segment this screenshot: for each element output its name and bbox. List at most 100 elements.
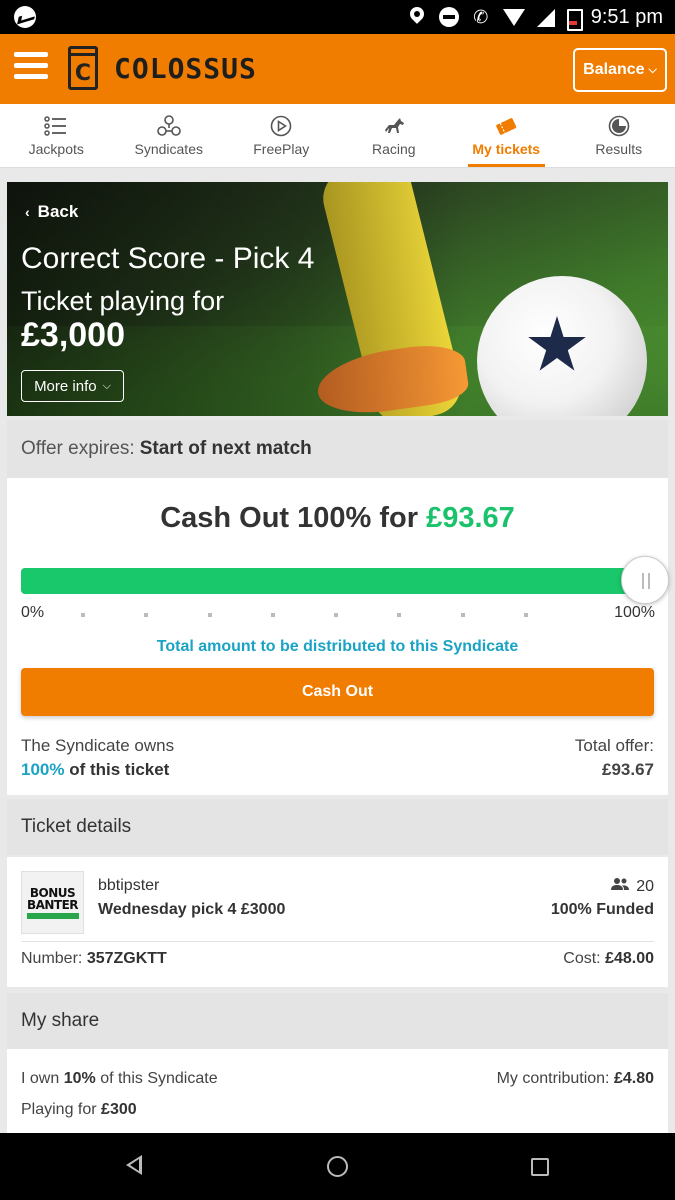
menu-icon[interactable] (14, 52, 48, 80)
cash-out-slider-fill (21, 568, 655, 594)
syndicate-ownership: The Syndicate owns 100% of this ticket (21, 734, 174, 782)
tab-label: Results (595, 140, 643, 157)
balance-label: Balance (583, 61, 645, 78)
scale-tick (144, 613, 148, 617)
funded-status: 100% Funded (550, 901, 654, 918)
owns-percent: 100% (21, 760, 65, 779)
ticket-prize-amount: £3,000 (21, 316, 125, 354)
syndicate-logo: BONUS BANTER (21, 871, 84, 934)
tab-results[interactable]: Results (563, 104, 675, 167)
recents-nav-icon[interactable] (531, 1158, 549, 1176)
ticket-cost: Cost: £48.00 (563, 950, 654, 967)
back-button[interactable]: ‹ Back (25, 202, 78, 222)
wifi-call-icon: ✆ (473, 7, 489, 27)
total-offer-label: Total offer: (574, 736, 654, 755)
scale-tick (208, 613, 212, 617)
brand-name[interactable]: COLOSSUS (114, 52, 257, 85)
tab-my-tickets[interactable]: My tickets (450, 104, 563, 167)
owns-value: 100% of this ticket (21, 758, 174, 782)
my-contribution: My contribution: £4.80 (496, 1070, 654, 1087)
member-count: 20 (610, 877, 654, 896)
signal-icon (535, 7, 555, 27)
balance-button[interactable]: Balance ⌵ (573, 48, 667, 92)
chevron-down-icon: ⌵ (648, 63, 657, 76)
ticket-number: Number: 357ZGKTT (21, 950, 167, 967)
scale-tick (524, 613, 528, 617)
my-share-heading: My share (7, 993, 668, 1049)
divider (21, 941, 654, 942)
tab-label: Syndicates (134, 140, 203, 157)
wifi-icon (502, 7, 525, 27)
list-icon (44, 115, 68, 137)
status-time: 9:51 pm (590, 5, 663, 28)
my-share-details: I own 10% of this Syndicate Playing for … (21, 1063, 218, 1125)
play-circle-icon (269, 115, 293, 137)
more-info-button[interactable]: More info ⌵ (21, 370, 124, 402)
tab-racing[interactable]: Racing (338, 104, 451, 167)
ticket-details-heading: Ticket details (7, 799, 668, 855)
my-ownership: I own 10% of this Syndicate (21, 1070, 218, 1087)
logo-stripe (26, 912, 79, 919)
logo-line-1: BONUS (29, 885, 76, 900)
tab-jackpots[interactable]: Jackpots (0, 104, 113, 167)
slider-scale: 0% 100% (21, 604, 655, 624)
back-nav-icon[interactable] (126, 1155, 142, 1175)
app-header: C COLOSSUS Balance ⌵ (0, 34, 675, 104)
system-navigation-bar (0, 1133, 675, 1200)
syndicate-ticket-name: Wednesday pick 4 £3000 (98, 901, 286, 918)
chevron-left-icon: ‹ (25, 204, 30, 220)
people-icon (610, 877, 630, 896)
status-icons: ✆ 9:51 pm (407, 0, 663, 34)
ticket-details-card[interactable]: BONUS BANTER bbtipster Wednesday pick 4 … (7, 857, 668, 987)
logo-line-2: BANTER (26, 897, 79, 912)
horse-icon (382, 115, 406, 137)
ticket-title: Correct Score - Pick 4 (21, 242, 315, 275)
scale-min-label: 0% (21, 604, 45, 621)
scale-tick (81, 613, 85, 617)
cash-out-button[interactable]: Cash Out (21, 668, 654, 716)
ticket-hero-banner: ‹ Back Correct Score - Pick 4 Ticket pla… (7, 182, 668, 416)
back-label: Back (37, 202, 79, 221)
tab-syndicates[interactable]: Syndicates (113, 104, 226, 167)
offer-expiry-bar: Offer expires: Start of next match (7, 420, 668, 478)
scale-tick (271, 613, 275, 617)
tab-label: Jackpots (28, 140, 84, 157)
scale-tick (461, 613, 465, 617)
syndicate-owner: bbtipster (98, 877, 160, 894)
do-not-disturb-icon (438, 7, 459, 27)
scale-tick (397, 613, 401, 617)
scale-tick (334, 613, 338, 617)
slider-handle[interactable] (621, 556, 669, 604)
cash-out-slider[interactable] (21, 556, 669, 604)
home-nav-icon[interactable] (327, 1156, 348, 1177)
tab-label: Racing (371, 140, 416, 157)
cash-out-amount: £93.67 (426, 502, 515, 534)
syndicate-icon (156, 114, 181, 137)
scale-max-label: 100% (614, 604, 655, 621)
ticket-subtitle: Ticket playing for (21, 286, 225, 316)
messenger-icon (14, 6, 36, 28)
offer-expires-value: Start of next match (139, 438, 312, 459)
location-icon (407, 7, 427, 27)
logo-icon[interactable]: C (68, 46, 98, 90)
battery-icon (566, 7, 583, 31)
owns-label: The Syndicate owns (21, 736, 175, 755)
more-info-label: More info (34, 377, 97, 395)
ticket-icon (494, 115, 518, 137)
member-count-value: 20 (636, 877, 654, 895)
total-offer: Total offer: £93.67 (575, 734, 654, 782)
status-bar: ✆ 9:51 pm (0, 0, 675, 34)
cash-out-card: Cash Out 100% for £93.67 0% 100% Total a… (7, 478, 669, 795)
owns-suffix: of this ticket (69, 760, 170, 779)
my-share-card: I own 10% of this Syndicate Playing for … (7, 1049, 668, 1133)
tab-label: FreePlay (253, 140, 310, 157)
chevron-down-icon: ⌵ (102, 379, 111, 392)
distribution-note[interactable]: Total amount to be distributed to this S… (7, 638, 668, 656)
main-tabs: Jackpots Syndicates FreePlay Racing My t… (0, 104, 675, 168)
total-offer-value: £93.67 (602, 760, 654, 779)
results-icon (607, 115, 631, 137)
tab-freeplay[interactable]: FreePlay (225, 104, 338, 167)
my-playing-for: Playing for £300 (21, 1101, 137, 1118)
cash-out-title: Cash Out 100% for £93.67 (7, 502, 668, 535)
cash-out-title-prefix: Cash Out 100% for (160, 502, 419, 534)
